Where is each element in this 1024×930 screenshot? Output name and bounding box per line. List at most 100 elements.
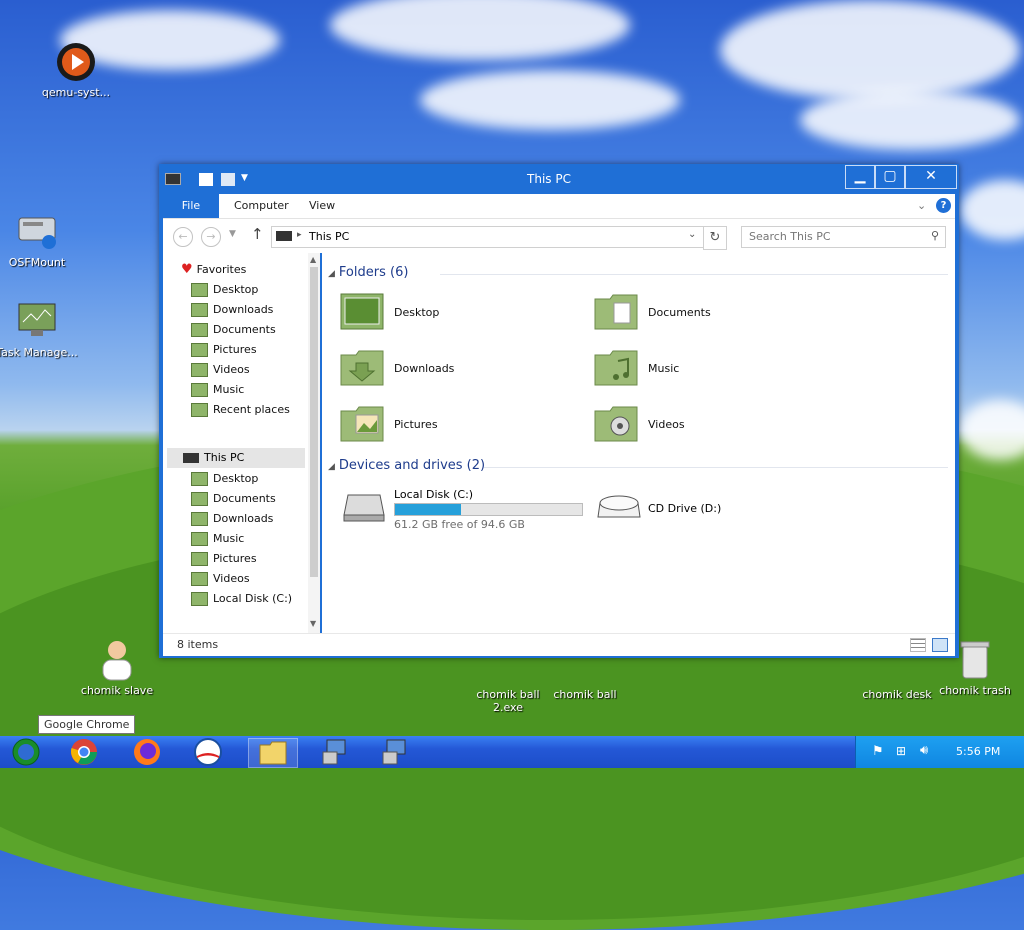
installer-icon xyxy=(322,739,346,765)
details-view-icon[interactable] xyxy=(910,638,926,652)
sidebar-item-pc-documents[interactable]: Documents xyxy=(191,489,276,509)
taskbar-obama[interactable] xyxy=(184,738,232,766)
volume-icon[interactable]: 🔊︎ xyxy=(920,743,928,758)
tab-view[interactable]: View xyxy=(309,194,335,218)
desktop-icon-qemu[interactable]: qemu-syst... xyxy=(34,40,118,99)
desktop-icon-chomik-desk[interactable]: chomik desk xyxy=(855,660,939,701)
title-bar[interactable]: ▼ This PC ▁ ▢ ✕ xyxy=(159,164,959,194)
divider xyxy=(484,467,948,468)
maximize-button[interactable]: ▢ xyxy=(875,165,905,189)
sidebar-item-fav-downloads[interactable]: Downloads xyxy=(191,300,273,320)
folders-group-header[interactable]: ◢ Folders (6) xyxy=(328,265,408,280)
desktop-icon-osfmount[interactable]: OSFMount xyxy=(0,210,79,269)
minimize-button[interactable]: ▁ xyxy=(845,165,875,189)
taskbar-setup-2[interactable] xyxy=(370,738,418,766)
folder-icon xyxy=(191,403,208,417)
sidebar-item-fav-desktop[interactable]: Desktop xyxy=(191,280,258,300)
scroll-up-icon[interactable]: ▲ xyxy=(310,255,316,264)
folder-icon xyxy=(191,343,208,357)
recent-locations-button[interactable]: ▼ xyxy=(229,229,236,239)
folder-label: Downloads xyxy=(394,362,455,375)
address-dropdown-icon[interactable]: ⌄ xyxy=(688,229,696,240)
group-title: Devices and drives (2) xyxy=(338,458,486,473)
address-bar[interactable]: ▸ This PC ⌄ xyxy=(271,226,704,248)
search-icon: ⚲ xyxy=(930,229,939,242)
system-tray: ⚑ ⊞ 🔊︎ 5:56 PM xyxy=(855,736,1024,768)
ribbon: File Computer View ⌄ ? xyxy=(163,194,955,219)
taskbar-setup-1[interactable] xyxy=(310,738,358,766)
network-icon[interactable]: ⊞ xyxy=(896,744,906,758)
installer-icon xyxy=(382,739,406,765)
sidebar-item-label: Recent places xyxy=(213,403,290,416)
help-icon[interactable]: ? xyxy=(936,198,951,213)
sidebar-item-thispc[interactable]: This PC xyxy=(167,448,305,468)
sidebar-item-pc-downloads[interactable]: Downloads xyxy=(191,509,273,529)
sidebar-header-label: This PC xyxy=(204,451,245,464)
scroll-down-icon[interactable]: ▼ xyxy=(310,619,316,628)
firefox-icon xyxy=(134,739,160,765)
folder-icon xyxy=(191,283,208,297)
sidebar-item-pc-pictures[interactable]: Pictures xyxy=(191,549,257,569)
sidebar-item-favorites[interactable]: ♥ Favorites xyxy=(181,260,246,280)
close-button[interactable]: ✕ xyxy=(905,165,957,189)
desktop-icon-chomik-slave[interactable]: chomik slave xyxy=(75,638,159,697)
folder-videos[interactable]: Videos xyxy=(594,403,794,449)
taskbar-chrome[interactable] xyxy=(60,738,108,766)
taskbar-firefox[interactable] xyxy=(123,738,171,766)
collapse-icon: ◢ xyxy=(328,462,335,472)
hard-drive-icon xyxy=(342,493,386,526)
tab-file[interactable]: File xyxy=(163,194,219,218)
desktop-icon-chomik-ball-exe[interactable]: chomik ball 2.exe xyxy=(466,660,550,714)
sidebar-item-label: Documents xyxy=(213,492,276,505)
sidebar-item-fav-recent-places[interactable]: Recent places xyxy=(191,400,290,420)
computer-icon xyxy=(276,231,292,241)
sidebar-item-fav-documents[interactable]: Documents xyxy=(191,320,276,340)
ribbon-expand-icon[interactable]: ⌄ xyxy=(917,194,926,218)
sidebar-item-pc-desktop[interactable]: Desktop xyxy=(191,469,258,489)
sidebar-item-fav-music[interactable]: Music xyxy=(191,380,244,400)
search-input[interactable]: Search This PC ⚲ xyxy=(741,226,946,248)
folder-downloads-icon xyxy=(340,349,384,387)
large-icons-view-icon[interactable] xyxy=(932,638,948,652)
folder-downloads[interactable]: Downloads xyxy=(340,347,540,393)
drive-local-disk[interactable]: Local Disk (C:) 61.2 GB free of 94.6 GB xyxy=(340,485,590,535)
folder-music[interactable]: Music xyxy=(594,347,794,393)
forward-button[interactable]: → xyxy=(201,227,221,247)
desktop-icon-label: OSFMount xyxy=(8,256,66,269)
sidebar-item-pc-music[interactable]: Music xyxy=(191,529,244,549)
tab-computer[interactable]: Computer xyxy=(234,194,289,218)
desktop-icon-label: qemu-syst... xyxy=(41,86,111,99)
folder-music-icon xyxy=(594,349,638,387)
desktop-icon-chomik-ball[interactable]: chomik ball xyxy=(543,660,627,701)
sidebar-item-fav-pictures[interactable]: Pictures xyxy=(191,340,257,360)
folder-icon xyxy=(191,323,208,337)
devices-group-header[interactable]: ◢ Devices and drives (2) xyxy=(328,458,485,473)
explorer-window: ▼ This PC ▁ ▢ ✕ File Computer View ⌄ ? ←… xyxy=(159,164,959,658)
sidebar-item-pc-local-disk-c-[interactable]: Local Disk (C:) xyxy=(191,589,292,609)
drive-cd[interactable]: CD Drive (D:) xyxy=(594,485,794,535)
tooltip: Google Chrome xyxy=(38,715,136,734)
clock[interactable]: 5:56 PM xyxy=(956,745,1000,758)
heart-icon: ♥ xyxy=(181,262,193,277)
navigation-pane: ♥ Favorites Desktop Downloads Documents Pict… xyxy=(163,253,320,633)
back-button[interactable]: ← xyxy=(173,227,193,247)
folder-pictures[interactable]: Pictures xyxy=(340,403,540,449)
desktop-icon-label: chomik ball 2.exe xyxy=(476,688,540,714)
scrollbar[interactable]: ▲ ▼ xyxy=(308,253,320,633)
sidebar-item-pc-videos[interactable]: Videos xyxy=(191,569,250,589)
sidebar-item-fav-videos[interactable]: Videos xyxy=(191,360,250,380)
scrollbar-thumb[interactable] xyxy=(310,267,318,577)
desktop-icon-taskmanager[interactable]: Task Manage... xyxy=(0,300,79,359)
start-button[interactable] xyxy=(2,738,50,766)
taskbar-explorer[interactable] xyxy=(248,738,298,768)
refresh-button[interactable]: ↻ xyxy=(703,226,727,250)
folder-icon xyxy=(191,512,208,526)
folder-label: Desktop xyxy=(394,306,440,319)
folder-documents[interactable]: Documents xyxy=(594,291,794,337)
folder-videos-icon xyxy=(594,405,638,443)
up-button[interactable]: ↑ xyxy=(251,225,264,243)
breadcrumb[interactable]: This PC xyxy=(309,230,349,243)
desktop-icon-label: chomik ball xyxy=(553,688,617,701)
flag-icon[interactable]: ⚑ xyxy=(872,744,884,759)
folder-desktop[interactable]: Desktop xyxy=(340,291,540,337)
